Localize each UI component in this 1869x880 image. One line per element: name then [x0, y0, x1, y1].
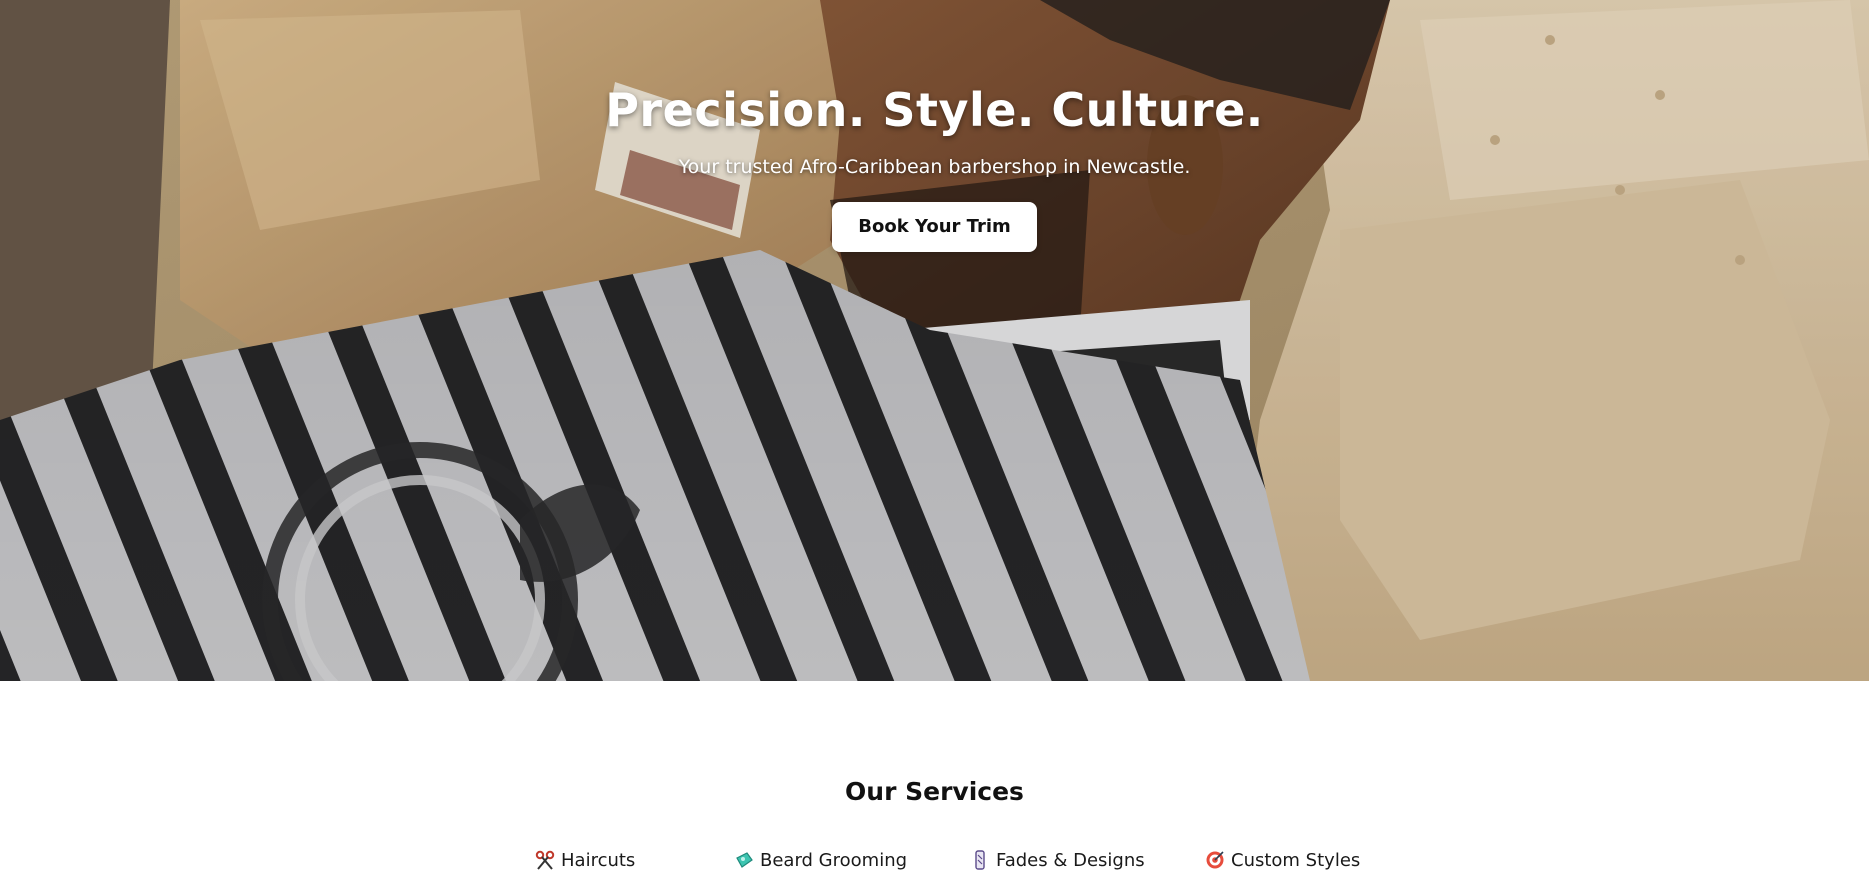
- service-item-custom-styles: Custom Styles: [1205, 845, 1360, 875]
- hero-subtitle: Your trusted Afro-Caribbean barbershop i…: [678, 156, 1191, 178]
- razor-icon: [970, 850, 990, 870]
- service-label: Haircuts: [561, 849, 636, 871]
- hero-content: Precision. Style. Culture. Your trusted …: [0, 80, 1869, 252]
- hero-title: Precision. Style. Culture.: [605, 83, 1264, 137]
- services-title: Our Services: [845, 777, 1024, 806]
- services-list: Haircuts Beard Grooming Fades & Designs: [0, 845, 1869, 875]
- hero-section: Precision. Style. Culture. Your trusted …: [0, 0, 1869, 681]
- service-item-haircuts: Haircuts: [535, 845, 635, 875]
- service-label: Beard Grooming: [760, 849, 908, 871]
- services-section: Our Services Haircuts Beard Grooming Fad…: [0, 681, 1869, 880]
- service-item-beard-grooming: Beard Grooming: [734, 845, 907, 875]
- service-item-fades-designs: Fades & Designs: [970, 845, 1145, 875]
- target-icon: [1205, 850, 1225, 870]
- book-your-trim-button[interactable]: Book Your Trim: [832, 202, 1037, 252]
- service-label: Fades & Designs: [996, 849, 1145, 871]
- service-label: Custom Styles: [1231, 849, 1361, 871]
- scissors-icon: [535, 850, 555, 870]
- soap-icon: [734, 850, 754, 870]
